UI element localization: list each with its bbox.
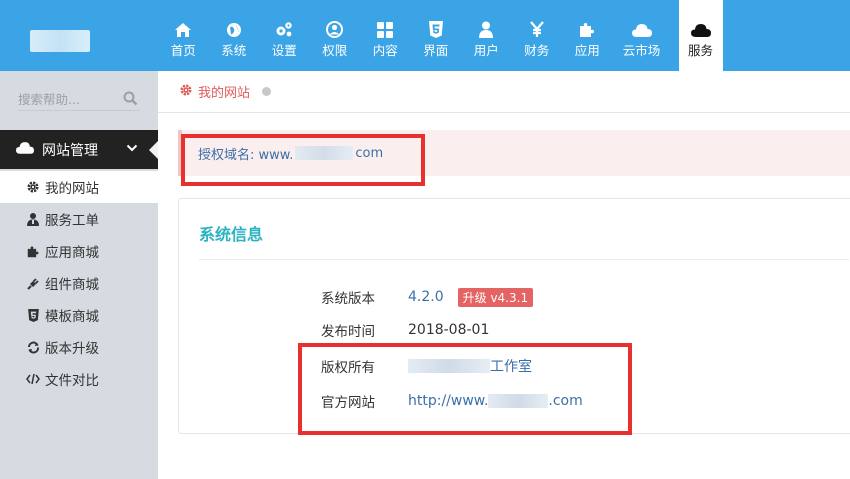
- sidebar-item-service-tickets[interactable]: 服务工单: [0, 203, 158, 235]
- section-title: 网站管理: [42, 142, 98, 159]
- sidebar-item-label: 应用商城: [45, 245, 99, 261]
- main-nav: 首页 系统 设置 权限 内容 界面 用户 财务 应用 云市场 服务: [158, 0, 723, 71]
- logo[interactable]: [30, 30, 90, 52]
- sidebar-item-label: 我的网站: [45, 181, 99, 197]
- breadcrumb-current[interactable]: 我的网站: [198, 82, 250, 101]
- nav-home[interactable]: 首页: [158, 0, 209, 71]
- nav-label: 界面: [423, 42, 449, 58]
- html5-icon: [428, 20, 443, 40]
- help-search: [18, 89, 140, 111]
- nav-service[interactable]: 服务: [678, 0, 723, 71]
- nav-apps[interactable]: 应用: [562, 0, 613, 71]
- sidebar-item-my-website[interactable]: 我的网站: [0, 171, 158, 203]
- nav-label: 设置: [271, 42, 297, 58]
- nav-label: 权限: [322, 42, 348, 58]
- refresh-icon: [26, 341, 40, 354]
- highlight-box-owner: [298, 343, 632, 435]
- sidebar-item-version-upgrade[interactable]: 版本升级: [0, 331, 158, 363]
- plug-icon: [26, 277, 40, 290]
- user-circle-icon: [326, 20, 344, 40]
- nav-cloud-market[interactable]: 云市场: [613, 0, 671, 71]
- sidebar-item-app-store[interactable]: 应用商城: [0, 235, 158, 267]
- nav-content[interactable]: 内容: [360, 0, 411, 71]
- puzzle-icon: [26, 245, 40, 258]
- sidebar-menu: 我的网站 服务工单 应用商城 组件商城 模板商城 版本升级 文件对比: [0, 171, 158, 395]
- home-icon: [174, 20, 192, 40]
- grid-icon: [377, 20, 394, 40]
- nav-label: 财务: [524, 42, 550, 58]
- version-label: 系统版本: [321, 291, 375, 307]
- globe-icon: [226, 20, 242, 40]
- html5-icon: [26, 308, 40, 322]
- nav-label: 首页: [170, 42, 196, 58]
- nav-system[interactable]: 系统: [209, 0, 260, 71]
- section-website-management[interactable]: 网站管理: [0, 130, 158, 169]
- cloud-icon: [690, 20, 711, 40]
- nav-settings[interactable]: 设置: [259, 0, 310, 71]
- search-icon[interactable]: [123, 91, 138, 110]
- cloud-icon: [631, 20, 652, 40]
- nav-label: 系统: [221, 42, 247, 58]
- version-value: 4.2.0: [408, 289, 444, 305]
- chevron-down-icon: [126, 142, 138, 158]
- sidebar-item-template-store[interactable]: 模板商城: [0, 299, 158, 331]
- sidebar-item-label: 服务工单: [45, 213, 99, 229]
- sidebar-item-component-store[interactable]: 组件商城: [0, 267, 158, 299]
- help-search-input[interactable]: [18, 89, 118, 109]
- gear-icon: [26, 181, 40, 193]
- nav-permissions[interactable]: 权限: [310, 0, 361, 71]
- nav-finance[interactable]: 财务: [512, 0, 563, 71]
- support-user-icon: [26, 212, 40, 226]
- release-label: 发布时间: [321, 324, 375, 340]
- panel-title: 系统信息: [199, 225, 264, 244]
- cloud-icon: [16, 141, 34, 158]
- nav-label: 用户: [473, 42, 499, 58]
- version-value-wrap: 4.2.0 升级 v4.3.1: [408, 287, 534, 307]
- nav-label: 服务: [687, 42, 713, 58]
- cogs-icon: [275, 20, 293, 40]
- breadcrumb-dot: [262, 87, 272, 96]
- nav-label: 内容: [372, 42, 398, 58]
- sidebar-item-label: 版本升级: [45, 341, 99, 357]
- sidebar-item-file-compare[interactable]: 文件对比: [0, 363, 158, 395]
- nav-users[interactable]: 用户: [461, 0, 512, 71]
- active-indicator: [149, 141, 158, 159]
- sidebar-item-label: 组件商城: [45, 277, 99, 293]
- upgrade-badge[interactable]: 升级 v4.3.1: [457, 287, 534, 307]
- sidebar-item-label: 文件对比: [45, 373, 99, 389]
- divider: [199, 259, 849, 260]
- highlight-box-license: [181, 134, 425, 186]
- nav-label: 应用: [574, 42, 600, 58]
- sidebar: 网站管理 我的网站 服务工单 应用商城: [0, 71, 158, 479]
- code-icon: [26, 373, 40, 385]
- release-value: 2018-08-01: [408, 322, 490, 338]
- user-icon: [479, 20, 494, 40]
- nav-interface[interactable]: 界面: [411, 0, 462, 71]
- breadcrumb: 我的网站: [158, 71, 850, 113]
- sidebar-item-label: 模板商城: [45, 309, 99, 325]
- nav-label: 云市场: [622, 42, 661, 58]
- top-navbar: 首页 系统 设置 权限 内容 界面 用户 财务 应用 云市场 服务: [0, 0, 850, 71]
- yen-icon: [529, 20, 544, 40]
- puzzle-icon: [579, 20, 596, 40]
- gear-icon: [180, 84, 192, 100]
